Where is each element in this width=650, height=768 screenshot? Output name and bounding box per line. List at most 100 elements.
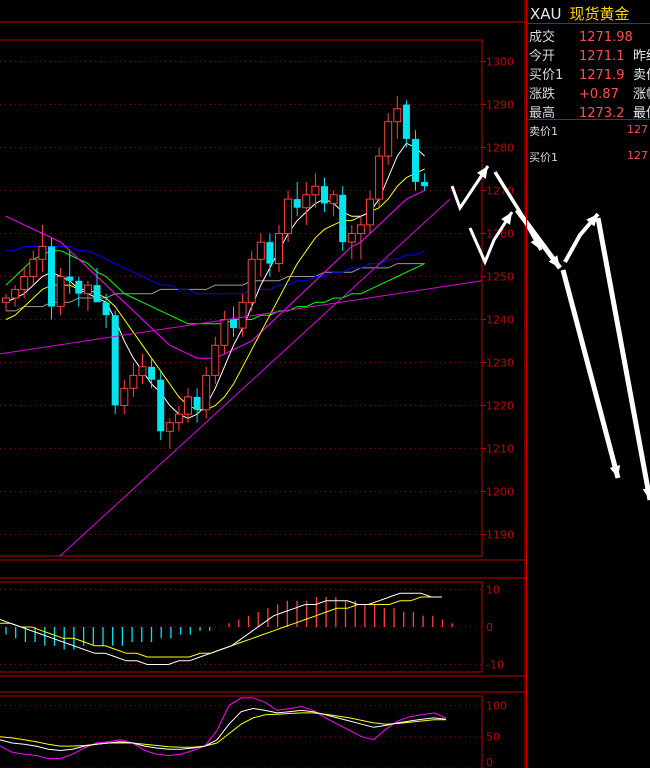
candle-body-up [2,297,10,303]
candle-body-down [412,138,419,182]
candle-body-up [184,396,192,415]
candle-body-up [329,194,338,204]
macd-tick-label: -10 [486,659,504,672]
candle-body-down [148,366,156,380]
candle-body-up [302,194,311,209]
price-tick-label: 1210 [486,443,514,456]
candle-body-up [247,258,256,303]
quote-label: 涨跌 [529,87,556,102]
candle-body-up [311,185,320,196]
candle-body-up [11,288,20,299]
candle-body-up [366,198,374,226]
macd-tick-label: 10 [486,584,500,597]
candle-body-down [339,194,347,243]
order-value: 127 [627,123,648,136]
separator [527,23,650,24]
price-tick-label: 1190 [486,529,514,542]
candles [2,95,429,449]
macd-tick-label: 0 [486,621,493,634]
candle-body-up [129,374,138,389]
candle-body-down [93,285,101,303]
kdj-tick-label: 100 [486,699,507,712]
candle-body-up [202,374,211,411]
candle-body-up [20,276,29,290]
price-tick-label: 1220 [486,400,514,413]
candle-body-up [38,245,47,260]
kdj-tick-label: 50 [486,731,500,744]
quote-row: 成交 1271.98 [529,26,633,45]
candle-body-up [375,155,384,200]
candle-body-down [75,280,83,294]
candle-body-up [138,366,147,376]
order-row: 卖价1 127 [529,123,649,139]
quote-label-secondary: 涨幅 [633,87,650,102]
quote-panel: XAU 现货黄金 成交 1271.98 今开 1271.1 昨结买价1 1271.9 卖价涨跌… [526,0,650,768]
kdj-panel: 100 50 0 [0,695,507,768]
quote-label: 买价1 [529,68,564,83]
dif-line [0,592,442,665]
candle-body-up [275,233,283,265]
trend-line [0,280,483,355]
symbol-name: 现货黄金 [569,5,630,23]
macd-panel: 10 0 -10 [0,581,504,673]
order-value: 127 [627,149,648,162]
quote-label: 成交 [529,30,556,45]
candle-body-down [66,276,74,281]
chart-area: 1190 1200 1210 1220 1230 1240 1250 1260 1270 1280… [0,0,526,768]
quote-value: 1271.9 [579,68,625,83]
ma120-line [6,263,425,312]
candle-body-down [157,379,165,432]
candle-body-down [48,246,55,307]
quote-row: 今开 1271.1 昨结 [529,45,650,64]
separator [527,119,650,120]
candle-body-up [56,276,65,308]
quote-row: 买价1 1271.9 卖价 [529,64,650,83]
candle-body-up [220,319,229,346]
candle-body-up [83,284,92,295]
candle-body-up [384,121,393,157]
price-tick-label: 1200 [486,486,514,499]
k-line [0,707,447,752]
candle-body-up [120,387,129,406]
quote-value: +0.87 [579,87,619,102]
price-axis-labels: 1190 1200 1210 1220 1230 1240 1250 1260 1270 1280… [486,56,514,542]
candle-body-up [29,258,38,277]
order-label: 卖价1 [529,125,558,138]
price-tick-label: 1290 [486,99,514,112]
price-tick-label: 1230 [486,357,514,370]
price-tick-label: 1240 [486,314,514,327]
quote-value: 1271.1 [579,49,625,64]
order-row: 买价1 127 [529,149,649,165]
price-tick-label: 1300 [486,56,514,69]
candle-body-up [284,198,293,235]
candle-body-up [174,413,183,424]
quote-label: 今开 [529,49,556,64]
candle-body-up [347,233,356,243]
quote-title: XAU 现货黄金 [530,3,630,24]
candle-body-up [393,108,402,123]
candle-body-up [356,224,365,234]
ma30-line [5,250,425,325]
quote-label-secondary: 卖价 [633,68,650,83]
candle-body-down [266,242,274,264]
quote-value: 1271.98 [579,30,633,45]
candle-body-up [165,422,174,432]
kdj-tick-label: 0 [486,756,493,768]
order-label: 买价1 [529,151,558,164]
price-grid [0,0,526,768]
kdj-frame [0,695,483,768]
candle-body-up [256,241,265,260]
candle-body-down [193,396,201,410]
price-tick-label: 1260 [486,228,514,241]
price-tick-label: 1250 [486,271,514,284]
candle-body-down [102,302,110,316]
ma60-line [6,245,425,295]
price-tick-label: 1270 [486,185,514,198]
candle-body-up [238,301,247,329]
candle-body-up [211,344,220,376]
candle-body-down [230,319,237,329]
candle-body-down [111,315,119,406]
candle-body-down [321,186,328,204]
quote-label-secondary: 昨结 [633,49,650,64]
symbol-code: XAU [530,5,562,23]
